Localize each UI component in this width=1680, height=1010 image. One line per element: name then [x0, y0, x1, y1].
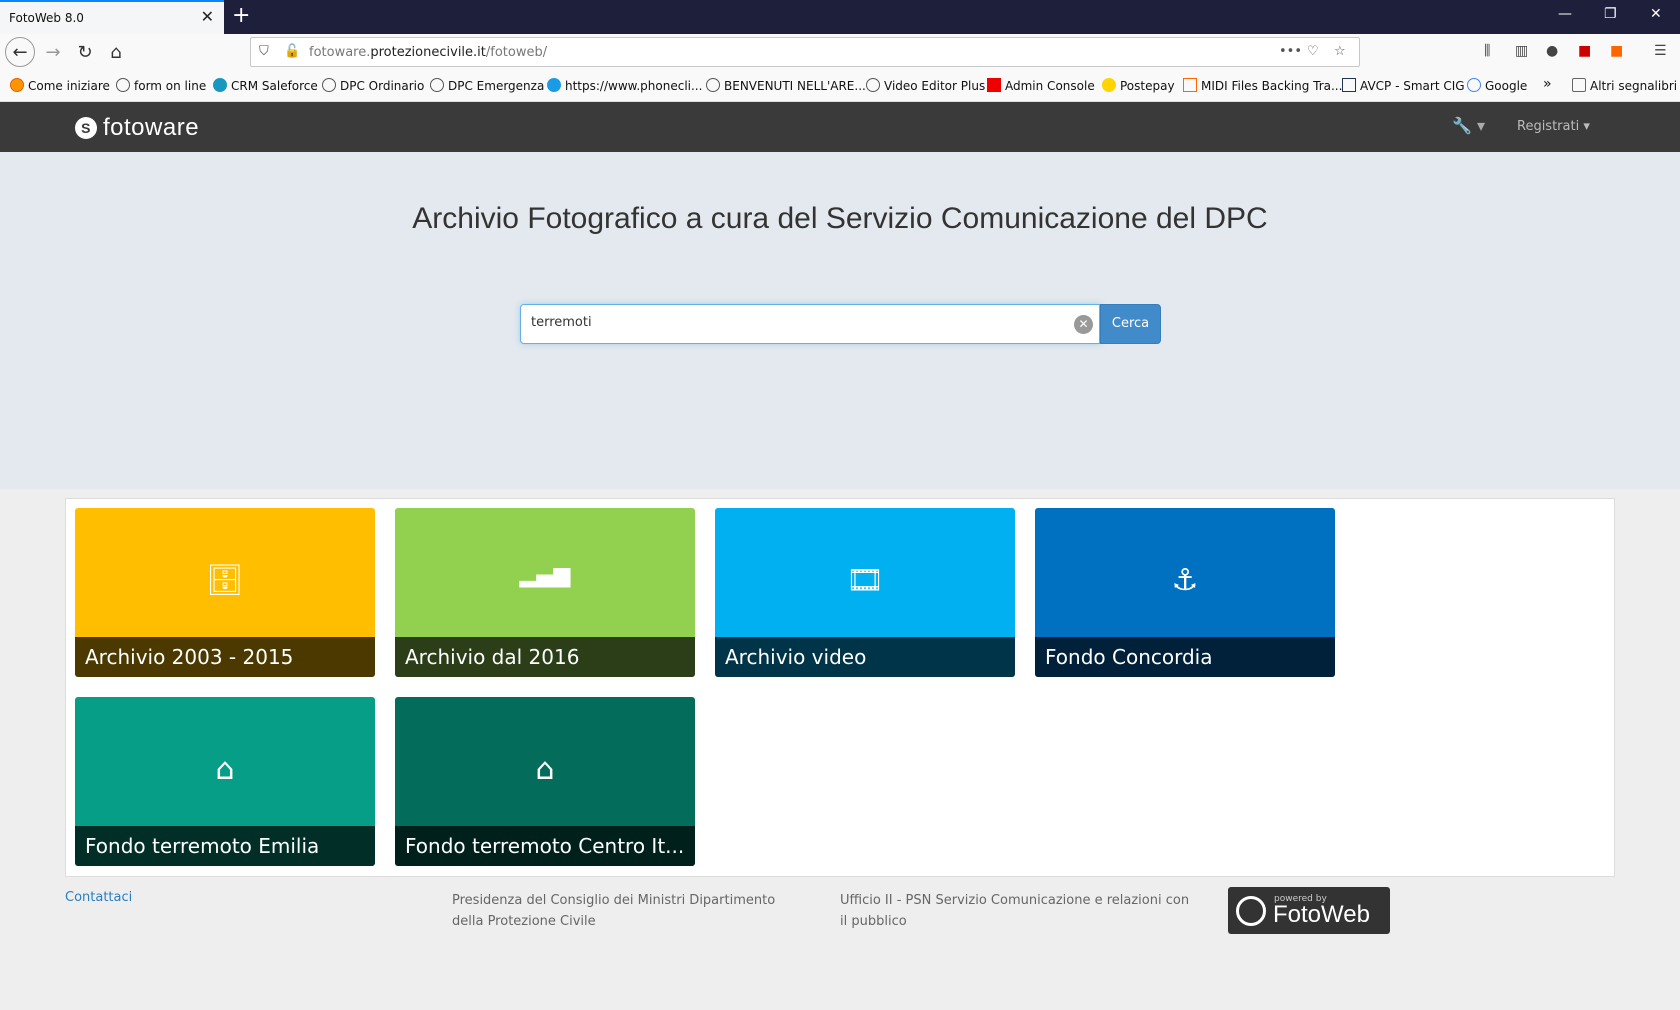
- app-header: Sfotoware 🔧 ▾ Registrati ▾: [0, 102, 1680, 152]
- minimize-icon[interactable]: —: [1558, 6, 1572, 22]
- pocket-icon[interactable]: ♡: [1307, 44, 1319, 59]
- globe-icon: [116, 78, 130, 92]
- bookmarks-bar: Come iniziare form on line CRM Saleforce…: [0, 70, 1680, 102]
- url-bar[interactable]: ⛉ 🔓 fotoware.protezionecivile.it/fotoweb…: [250, 37, 1360, 67]
- register-menu[interactable]: Registrati ▾: [1517, 119, 1590, 134]
- extension-orange-icon[interactable]: ■: [1610, 43, 1623, 59]
- footer-organization: Presidenza del Consiglio dei Ministri Di…: [452, 893, 776, 929]
- back-arrow-icon[interactable]: ←: [5, 37, 35, 67]
- blue-dot-icon: [547, 78, 561, 92]
- film-icon: 🎞: [845, 563, 885, 598]
- globe-icon: [706, 78, 720, 92]
- archive-tile[interactable]: ⌂ Fondo terremoto Emilia: [75, 697, 375, 866]
- archive-tile[interactable]: ▂▄▆ Archivio dal 2016: [395, 508, 695, 677]
- restore-icon[interactable]: ❐: [1604, 6, 1617, 22]
- footer-office: Ufficio II - PSN Servizio Comunicazione …: [840, 893, 1190, 929]
- close-tab-icon[interactable]: ✕: [201, 9, 214, 25]
- fotoware-logo[interactable]: Sfotoware: [75, 114, 199, 142]
- globe-icon: [322, 78, 336, 92]
- page-title: Archivio Fotografico a cura del Servizio…: [412, 202, 1268, 235]
- tile-label: Archivio dal 2016: [395, 637, 695, 677]
- tile-label: Fondo terremoto Centro It...: [395, 826, 695, 866]
- postepay-icon: [1102, 78, 1116, 92]
- folder-icon: [1572, 78, 1586, 92]
- url-text[interactable]: fotoware.protezionecivile.it/fotoweb/: [309, 45, 547, 60]
- wrench-icon[interactable]: 🔧 ▾: [1452, 116, 1485, 135]
- sidebar-icon[interactable]: ▥: [1515, 43, 1528, 59]
- new-tab-button[interactable]: +: [232, 4, 250, 28]
- search-button[interactable]: Cerca: [1100, 304, 1161, 344]
- google-icon: [1467, 78, 1481, 92]
- bookmark-item[interactable]: AVCP - Smart CIG: [1342, 78, 1465, 93]
- bookmark-item[interactable]: Admin Console: [987, 78, 1095, 93]
- bookmark-item[interactable]: Postepay: [1102, 78, 1175, 93]
- tile-label: Fondo Concordia: [1035, 637, 1335, 677]
- browser-tab-bar: FotoWeb 8.0 ✕ + — ❐ ✕: [0, 0, 1680, 34]
- menu-icon[interactable]: ☰: [1654, 43, 1667, 59]
- more-bookmarks-icon[interactable]: »: [1543, 76, 1552, 92]
- firefox-icon: [10, 78, 24, 92]
- bookmark-folder[interactable]: Altri segnalibri: [1572, 78, 1677, 93]
- cloud-icon: [213, 78, 227, 92]
- library-icon[interactable]: ⫼: [1484, 43, 1490, 59]
- bookmark-item[interactable]: DPC Emergenza: [430, 78, 544, 93]
- database-icon: 🗄: [205, 563, 245, 598]
- extension-icon[interactable]: ●: [1546, 43, 1558, 59]
- bookmark-item[interactable]: MIDI Files Backing Tra...: [1183, 78, 1342, 93]
- bookmark-item[interactable]: Video Editor Plus: [866, 78, 985, 93]
- pdf-extension-icon[interactable]: ■: [1578, 43, 1591, 59]
- archive-tile[interactable]: 🎞 Archivio video: [715, 508, 1015, 677]
- search-input[interactable]: [531, 315, 1051, 330]
- bookmark-item[interactable]: Google: [1467, 78, 1527, 93]
- browser-nav-bar: ← → ↻ ⌂ ⛉ 🔓 fotoware.protezionecivile.it…: [0, 34, 1680, 70]
- bookmark-item[interactable]: Come iniziare: [10, 78, 110, 93]
- adobe-icon: [987, 78, 1001, 92]
- tile-label: Archivio 2003 - 2015: [75, 637, 375, 677]
- home-icon: ⌂: [215, 752, 235, 787]
- bookmark-star-icon[interactable]: ☆: [1334, 44, 1346, 59]
- tab-title: FotoWeb 8.0: [9, 11, 84, 25]
- archives-grid: 🗄 Archivio 2003 - 2015 ▂▄▆ Archivio dal …: [65, 498, 1615, 877]
- avcp-icon: [1342, 78, 1356, 92]
- midi-icon: [1183, 78, 1197, 92]
- bookmark-item[interactable]: https://www.phonecli...: [547, 78, 702, 93]
- hero-section: Archivio Fotografico a cura del Servizio…: [0, 152, 1680, 489]
- signal-bars-icon: ▂▄▆: [519, 563, 571, 588]
- powered-by-fotoweb-badge[interactable]: powered by FotoWeb: [1228, 887, 1390, 934]
- fotoware-logo-icon: S: [75, 117, 97, 139]
- bookmark-item[interactable]: CRM Saleforce: [213, 78, 318, 93]
- anchor-icon: ⚓: [1171, 563, 1199, 598]
- tile-label: Archivio video: [715, 637, 1015, 677]
- reload-icon[interactable]: ↻: [72, 39, 98, 65]
- globe-icon: [866, 78, 880, 92]
- home-icon: ⌂: [535, 752, 555, 787]
- contact-link[interactable]: Contattaci: [65, 890, 132, 905]
- fotoweb-label: FotoWeb: [1273, 901, 1370, 928]
- globe-icon: [430, 78, 444, 92]
- archive-tile[interactable]: ⚓ Fondo Concordia: [1035, 508, 1335, 677]
- bookmark-item[interactable]: form on line: [116, 78, 206, 93]
- clear-search-icon[interactable]: ✕: [1074, 315, 1093, 334]
- tile-label: Fondo terremoto Emilia: [75, 826, 375, 866]
- archive-tile[interactable]: ⌂ Fondo terremoto Centro It...: [395, 697, 695, 866]
- fotoweb-logo-icon: [1236, 896, 1266, 926]
- insecure-lock-icon[interactable]: 🔓: [284, 44, 300, 59]
- browser-tab[interactable]: FotoWeb 8.0 ✕: [0, 0, 224, 34]
- search-box[interactable]: ✕: [520, 304, 1100, 344]
- shield-icon[interactable]: ⛉: [259, 44, 269, 59]
- bookmark-item[interactable]: BENVENUTI NELL'ARE...: [706, 78, 866, 93]
- home-icon[interactable]: ⌂: [103, 39, 129, 65]
- forward-arrow-icon[interactable]: →: [40, 39, 66, 65]
- archive-tile[interactable]: 🗄 Archivio 2003 - 2015: [75, 508, 375, 677]
- more-actions-icon[interactable]: •••: [1279, 44, 1302, 59]
- close-window-icon[interactable]: ✕: [1650, 6, 1662, 22]
- bookmark-item[interactable]: DPC Ordinario: [322, 78, 424, 93]
